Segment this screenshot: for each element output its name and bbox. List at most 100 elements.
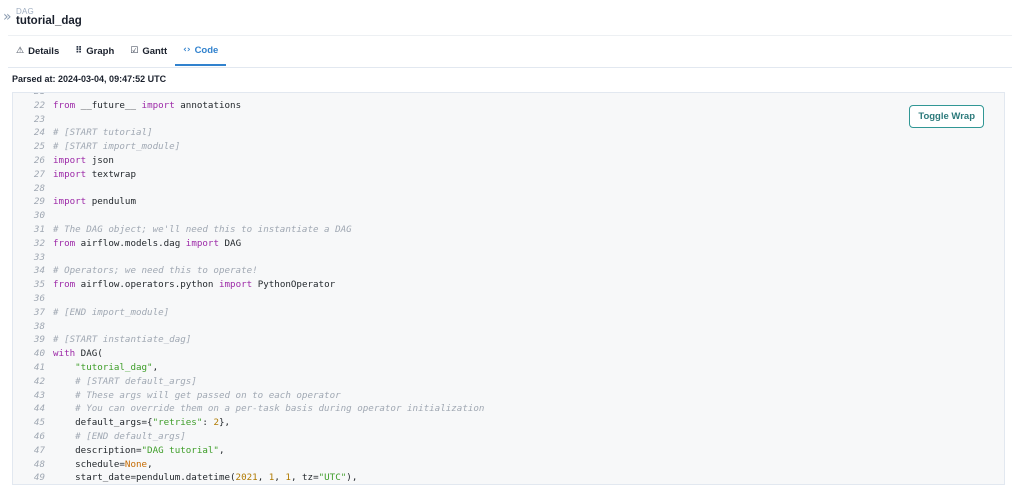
line-number: 44 [33, 403, 45, 415]
code-line: 43 # These args will get passed on to ea… [13, 389, 1004, 403]
tab-details-label: Details [28, 45, 60, 57]
code-token: "tutorial_dag" [75, 361, 153, 373]
code-token: : [202, 417, 214, 429]
tab-graph-label: Graph [86, 45, 115, 57]
code-line: 46 # [END default_args] [13, 430, 1004, 444]
code-line: 36 [13, 292, 1004, 306]
code-token: import [185, 237, 219, 249]
line-number: 35 [33, 279, 45, 291]
code-line: 47 description="DAG tutorial", [13, 444, 1004, 458]
code-line: 42 # [START default_args] [13, 375, 1004, 389]
code-token: start_date=pendulum.datetime( [53, 472, 236, 484]
code-token: from [53, 99, 76, 111]
code-token: # These args will get passed on to each … [75, 389, 341, 401]
code-line: 41 "tutorial_dag", [13, 361, 1004, 375]
page-header: » DAG tutorial_dag [0, 0, 1024, 34]
code-token: , tz= [290, 472, 319, 484]
code-token: import [53, 168, 87, 180]
code-line: 30 [13, 209, 1004, 223]
code-line: 29 import pendulum [13, 195, 1004, 209]
code-token: import [53, 154, 87, 166]
code-token: DAG [218, 237, 242, 249]
code-token: # Operators; we need this to operate! [53, 265, 258, 277]
code-token: # You can override them on a per-task ba… [75, 403, 485, 415]
code-line: 48 schedule=None, [13, 458, 1004, 472]
code-line: 34 # Operators; we need this to operate! [13, 264, 1004, 278]
tab-graph[interactable]: ⠿ Graph [67, 36, 122, 66]
line-number: 26 [33, 154, 45, 166]
code-line: 40 with DAG( [13, 347, 1004, 361]
code-token: # [START import_module] [53, 141, 181, 153]
code-line: 38 [13, 320, 1004, 334]
line-number: 43 [33, 389, 45, 401]
code-brackets-icon: ‹› [183, 45, 191, 55]
line-number: 37 [33, 306, 45, 318]
code-token: "retries" [152, 417, 203, 429]
code-token: with [53, 348, 76, 360]
tab-details[interactable]: ⚠ Details [8, 36, 67, 66]
code-line: 39 # [START instantiate_dag] [13, 333, 1004, 347]
code-token: __future__ [75, 99, 142, 111]
line-number: 29 [33, 196, 45, 208]
code-token: # [START tutorial] [53, 127, 153, 139]
line-number: 34 [33, 265, 45, 277]
dag-title[interactable]: tutorial_dag [16, 15, 82, 27]
code-token: "UTC" [318, 472, 347, 484]
code-token: import [141, 99, 175, 111]
code-token: # [END import_module] [53, 306, 170, 318]
chevron-double-right-icon[interactable]: » [3, 10, 12, 24]
code-line: 44 # You can override them on a per-task… [13, 402, 1004, 416]
warning-triangle-icon: ⚠ [16, 46, 25, 56]
code-token: # [END default_args] [75, 430, 186, 442]
code-viewer[interactable]: 2122 from __future__ import annotations 23… [12, 92, 1005, 485]
code-line: 45 default_args={"retries": 2}, [13, 416, 1004, 430]
code-token: # [START instantiate_dag] [53, 334, 192, 346]
line-number: 48 [33, 458, 45, 470]
code-token: 2021 [235, 472, 258, 484]
code-token: , [152, 361, 159, 373]
line-number: 47 [33, 444, 45, 456]
code-token: airflow.operators.python [75, 279, 219, 291]
code-line: 25 # [START import_module] [13, 140, 1004, 154]
code-line: 33 [13, 251, 1004, 265]
line-number: 46 [33, 430, 45, 442]
code-token: import [218, 279, 253, 291]
tab-gantt-label: Gantt [142, 45, 168, 57]
line-number: 24 [33, 127, 45, 139]
code-token: }, [219, 417, 231, 429]
line-number: 41 [33, 361, 45, 373]
code-line: 35 from airflow.operators.python import P… [13, 278, 1004, 292]
code-token: from [53, 237, 76, 249]
line-number: 32 [33, 237, 45, 249]
tab-code[interactable]: ‹› Code [175, 36, 227, 66]
gantt-chart-icon: ☑ [130, 46, 139, 56]
tab-bar: ⚠ Details ⠿ Graph ☑ Gantt ‹› Code [8, 36, 1012, 68]
line-number: 23 [33, 113, 45, 125]
code-token: pendulum [86, 196, 136, 208]
code-line: 21 [13, 93, 1004, 99]
line-number: 31 [33, 223, 45, 235]
graph-nodes-icon: ⠿ [75, 46, 83, 56]
code-token: , [274, 472, 286, 484]
code-token: schedule= [53, 458, 125, 470]
line-number: 38 [33, 320, 45, 332]
line-number: 25 [33, 141, 45, 153]
code-token: import [53, 196, 87, 208]
line-number: 28 [33, 182, 45, 194]
line-number: 39 [33, 334, 45, 346]
toggle-wrap-button[interactable]: Toggle Wrap [909, 105, 984, 128]
code-line: 49 start_date=pendulum.datetime(2021, 1,… [13, 471, 1004, 484]
code-token: default_args={ [53, 417, 153, 429]
code-line: 22 from __future__ import annotations [13, 99, 1004, 113]
line-number: 42 [33, 375, 45, 387]
line-number: 33 [33, 251, 45, 263]
code-lines: 2122 from __future__ import annotations 23… [13, 93, 1004, 484]
code-token: PythonOperator [252, 279, 336, 291]
code-token: textwrap [86, 168, 136, 180]
line-number: 22 [33, 99, 45, 111]
code-token: None [124, 458, 148, 470]
tab-gantt[interactable]: ☑ Gantt [122, 36, 175, 66]
code-token: # [START default_args] [75, 375, 197, 387]
